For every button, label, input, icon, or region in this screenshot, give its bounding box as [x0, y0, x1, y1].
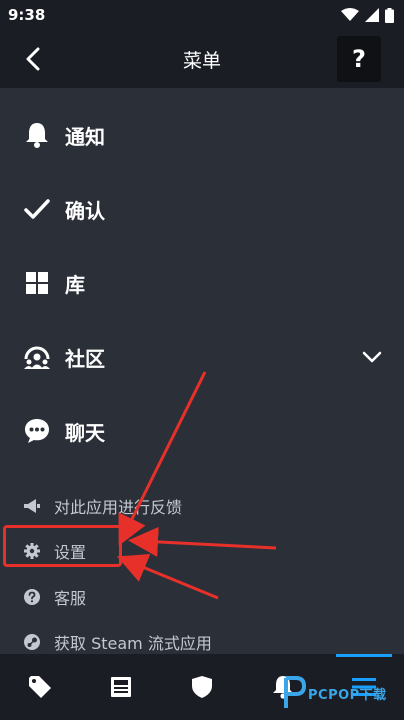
- menu-item-library[interactable]: 库: [0, 246, 404, 320]
- tag-icon: [29, 676, 51, 698]
- status-bar: 9:38: [0, 0, 404, 30]
- help-button[interactable]: ?: [337, 36, 381, 82]
- wifi-icon: [341, 8, 359, 21]
- community-icon: [24, 344, 50, 370]
- header: 菜单 ?: [0, 30, 404, 88]
- status-time: 9:38: [8, 6, 46, 24]
- sub-item-label: 客服: [54, 589, 87, 608]
- chevron-down-icon[interactable]: [361, 346, 383, 368]
- watermark-text: PCPOP下载: [308, 687, 387, 703]
- menu-item-confirmations[interactable]: 确认: [0, 172, 404, 246]
- chat-icon: [24, 418, 50, 444]
- shield-icon: [192, 676, 212, 698]
- menu-label: 通知: [65, 124, 105, 149]
- bell-icon: [24, 122, 50, 148]
- signal-icon: [365, 8, 379, 22]
- megaphone-icon: [24, 498, 40, 514]
- annotation-highlight-box: [3, 525, 122, 567]
- news-icon: [111, 677, 131, 697]
- status-icons: [341, 7, 394, 23]
- sub-item-label: 对此应用进行反馈: [54, 498, 183, 517]
- grid-icon: [24, 270, 50, 296]
- menu-label: 库: [65, 272, 85, 297]
- menu-label: 确认: [65, 198, 105, 223]
- nav-news-button[interactable]: [81, 654, 161, 720]
- nav-guard-button[interactable]: [162, 654, 242, 720]
- steam-icon: [24, 634, 40, 650]
- sub-item-feedback[interactable]: 对此应用进行反馈: [0, 486, 404, 526]
- sub-item-label: 获取 Steam 流式应用: [54, 634, 212, 653]
- sub-item-support[interactable]: 客服: [0, 577, 404, 617]
- menu-item-chat[interactable]: 聊天: [0, 394, 404, 468]
- menu-item-notifications[interactable]: 通知: [0, 98, 404, 172]
- menu-label: 社区: [65, 346, 105, 371]
- battery-icon: [385, 7, 394, 23]
- nav-store-button[interactable]: [0, 654, 80, 720]
- menu-label: 聊天: [65, 420, 105, 445]
- checkmark-icon: [24, 196, 50, 222]
- watermark: PCPOP下载: [282, 670, 404, 716]
- question-icon: [24, 589, 40, 605]
- watermark-logo-icon: [284, 676, 306, 708]
- menu-item-community[interactable]: 社区: [0, 320, 404, 394]
